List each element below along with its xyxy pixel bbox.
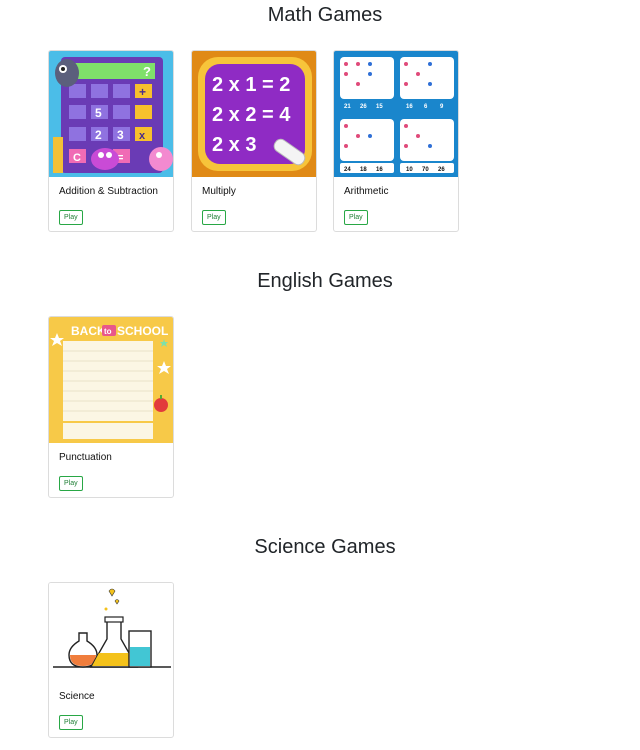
chalk-line-3: 2 x 3	[212, 134, 256, 156]
game-title: Punctuation	[59, 452, 112, 463]
svg-text:C: C	[73, 152, 81, 164]
game-title: Addition & Subtraction	[59, 186, 158, 197]
play-button[interactable]: Play	[59, 210, 83, 225]
play-button[interactable]: Play	[344, 210, 368, 225]
game-card-arithmetic[interactable]: 21 26 15 16 6 9 24 18 16 10 70 26 Arithm…	[333, 50, 459, 232]
back-to-school-wordsearch-image[interactable]: BACK to SCHOOL	[49, 317, 174, 443]
svg-text:10: 10	[406, 167, 413, 173]
svg-text:16: 16	[406, 104, 413, 110]
thumb-word-to: to	[104, 327, 112, 336]
svg-text:5: 5	[95, 106, 102, 120]
svg-text:15: 15	[376, 104, 383, 110]
play-button[interactable]: Play	[202, 210, 226, 225]
chalk-line-1: 2 x 1 = 2	[212, 74, 290, 96]
play-button[interactable]: Play	[59, 476, 83, 491]
section-title-english: English Games	[257, 270, 393, 292]
section-title-math: Math Games	[267, 4, 383, 26]
svg-text:70: 70	[422, 167, 429, 173]
svg-text:?: ?	[143, 64, 151, 79]
game-card-multiply[interactable]: 2 x 1 = 2 2 x 2 = 4 2 x 3 Multiply Play	[191, 50, 317, 232]
game-title: Multiply	[202, 186, 236, 197]
game-card-science[interactable]: Science Play	[48, 582, 174, 738]
svg-text:18: 18	[360, 167, 367, 173]
thumb-word-school: SCHOOL	[117, 324, 168, 338]
lab-flasks-image[interactable]	[49, 583, 174, 683]
svg-text:24: 24	[344, 167, 351, 173]
svg-text:3: 3	[117, 128, 124, 142]
svg-text:21: 21	[344, 104, 351, 110]
svg-text:26: 26	[360, 104, 367, 110]
play-button[interactable]: Play	[59, 715, 83, 730]
game-title: Arithmetic	[344, 186, 389, 197]
game-card-addition-subtraction[interactable]: ? + 5 2 3 x C = Addition & Subtraction P…	[48, 50, 174, 232]
svg-text:+: +	[139, 85, 146, 99]
chalk-line-2: 2 x 2 = 4	[212, 104, 291, 126]
svg-text:x: x	[139, 130, 146, 142]
svg-text:26: 26	[438, 167, 445, 173]
calculator-monsters-image[interactable]: ? + 5 2 3 x C =	[49, 51, 174, 177]
game-title: Science	[59, 691, 95, 702]
arithmetic-puzzle-image[interactable]: 21 26 15 16 6 9 24 18 16 10 70 26	[334, 51, 459, 177]
game-card-punctuation[interactable]: BACK to SCHOOL Punctuation Play	[48, 316, 174, 498]
svg-text:16: 16	[376, 167, 383, 173]
multiplication-chalkboard-image[interactable]: 2 x 1 = 2 2 x 2 = 4 2 x 3	[192, 51, 317, 177]
thumb-word-back: BACK	[71, 324, 106, 338]
svg-text:2: 2	[95, 128, 102, 142]
section-title-science: Science Games	[254, 536, 396, 558]
